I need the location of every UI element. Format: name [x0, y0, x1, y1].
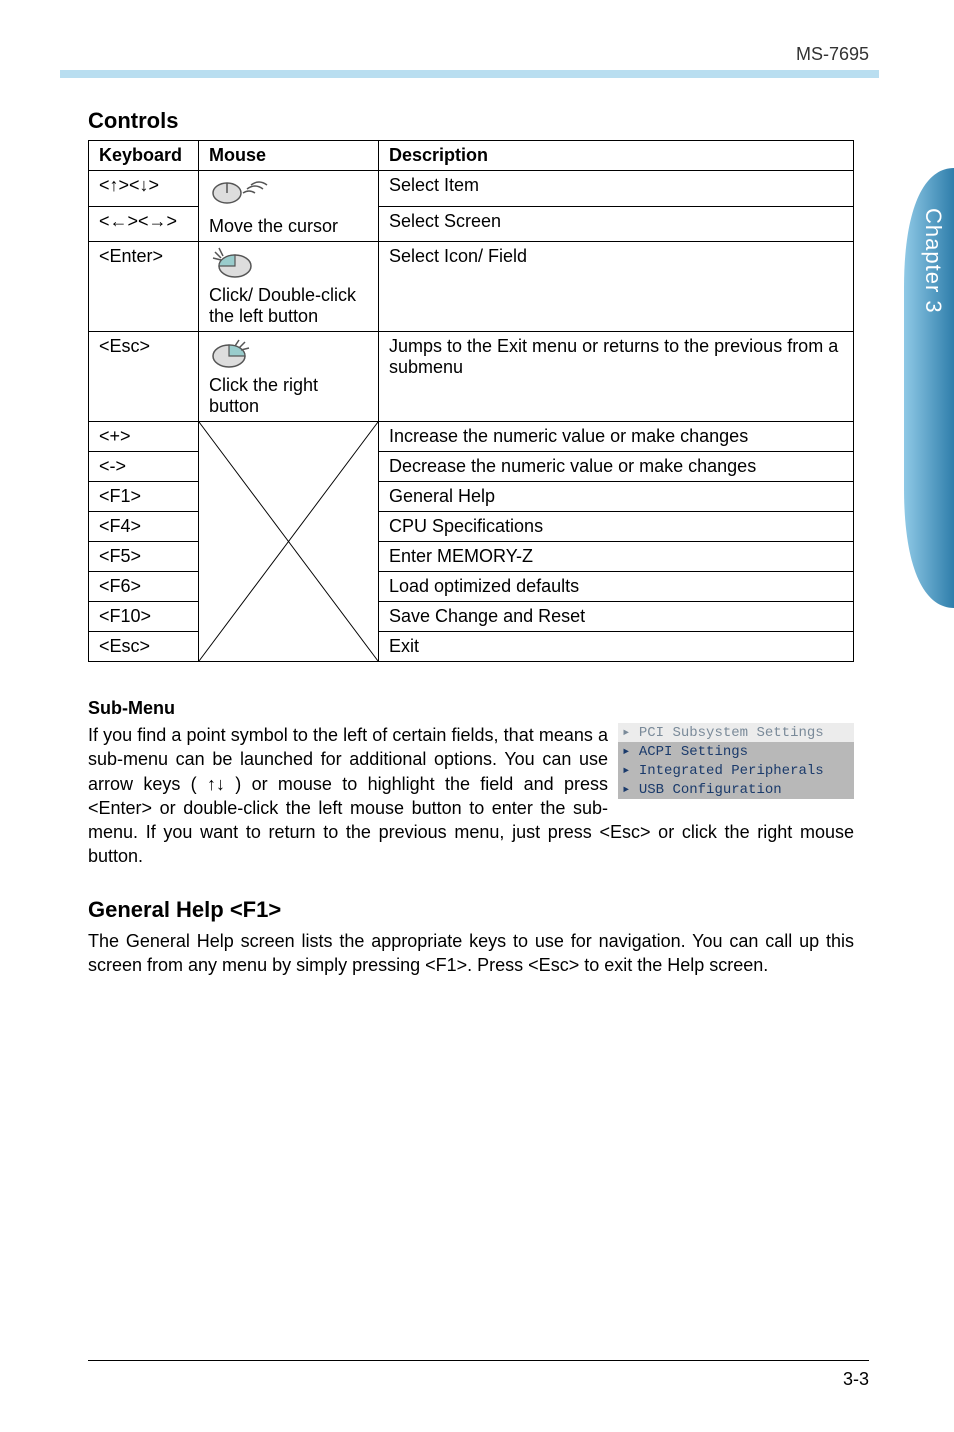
- cell-desc: Enter MEMORY-Z: [379, 542, 854, 572]
- submenu-block: ▸ PCI Subsystem Settings ▸ ACPI Settings…: [88, 723, 854, 869]
- doc-label: MS-7695: [796, 44, 869, 65]
- cell-key: <F1>: [89, 482, 199, 512]
- th-mouse: Mouse: [199, 141, 379, 171]
- cell-desc: Select Screen: [379, 206, 854, 242]
- cell-key: <+>: [89, 422, 199, 452]
- cell-key: <F5>: [89, 542, 199, 572]
- cell-desc: Decrease the numeric value or make chang…: [379, 452, 854, 482]
- table-row: <+> Increase the numeric value or make c…: [89, 422, 854, 452]
- cell-key: <←><→>: [89, 206, 199, 242]
- th-keyboard: Keyboard: [89, 141, 199, 171]
- list-item: ▸ Integrated Peripherals: [618, 761, 854, 780]
- th-description: Description: [379, 141, 854, 171]
- list-item: ▸ PCI Subsystem Settings: [618, 723, 854, 742]
- page-footer: 3-3: [88, 1360, 869, 1390]
- cell-desc: Increase the numeric value or make chang…: [379, 422, 854, 452]
- submenu-heading: Sub-Menu: [88, 698, 854, 719]
- list-item: ▸ ACPI Settings: [618, 742, 854, 761]
- table-header-row: Keyboard Mouse Description: [89, 141, 854, 171]
- table-row: <Enter> Click/ Double-click the left but…: [89, 242, 854, 332]
- mouse-left-click-icon: [209, 246, 255, 285]
- cell-key: <↑><↓>: [89, 171, 199, 207]
- mouse-move-icon: [209, 175, 269, 216]
- general-help-heading: General Help <F1>: [88, 897, 854, 923]
- chapter-tab-label: Chapter 3: [914, 208, 946, 408]
- header-separator: [60, 70, 879, 78]
- cell-mouse-rclick: Click the right button: [199, 332, 379, 422]
- cell-desc: Select Icon/ Field: [379, 242, 854, 332]
- cell-desc: General Help: [379, 482, 854, 512]
- cell-key: <->: [89, 452, 199, 482]
- cell-mouse-move-label: Move the cursor: [209, 216, 338, 236]
- cell-desc: Exit: [379, 632, 854, 662]
- controls-table: Keyboard Mouse Description <↑><↓>: [88, 140, 854, 662]
- submenu-list: ▸ PCI Subsystem Settings ▸ ACPI Settings…: [618, 723, 854, 799]
- general-help-text: The General Help screen lists the approp…: [88, 929, 854, 978]
- cell-mouse-move: Move the cursor: [199, 171, 379, 242]
- cell-key: <F4>: [89, 512, 199, 542]
- list-item: ▸ USB Configuration: [618, 780, 854, 799]
- cell-desc: CPU Specifications: [379, 512, 854, 542]
- cell-desc: Jumps to the Exit menu or returns to the…: [379, 332, 854, 422]
- cell-desc: Select Item: [379, 171, 854, 207]
- controls-heading: Controls: [88, 108, 854, 134]
- cell-key: <Esc>: [89, 632, 199, 662]
- table-row: <Esc> Click the right button Jumps to th…: [89, 332, 854, 422]
- cell-mouse-click-label: Click/ Double-click the left button: [209, 285, 356, 326]
- table-row: <↑><↓> Move the cursor Select Item: [89, 171, 854, 207]
- cell-mouse-click: Click/ Double-click the left button: [199, 242, 379, 332]
- page-number: 3-3: [843, 1369, 869, 1389]
- cell-key: <F10>: [89, 602, 199, 632]
- cell-key: <F6>: [89, 572, 199, 602]
- cell-key: <Enter>: [89, 242, 199, 332]
- cell-na-graphic: [199, 422, 379, 662]
- mouse-right-click-icon: [209, 336, 255, 375]
- cell-mouse-rclick-label: Click the right button: [209, 375, 318, 416]
- cell-desc: Save Change and Reset: [379, 602, 854, 632]
- cell-desc: Load optimized defaults: [379, 572, 854, 602]
- cell-key: <Esc>: [89, 332, 199, 422]
